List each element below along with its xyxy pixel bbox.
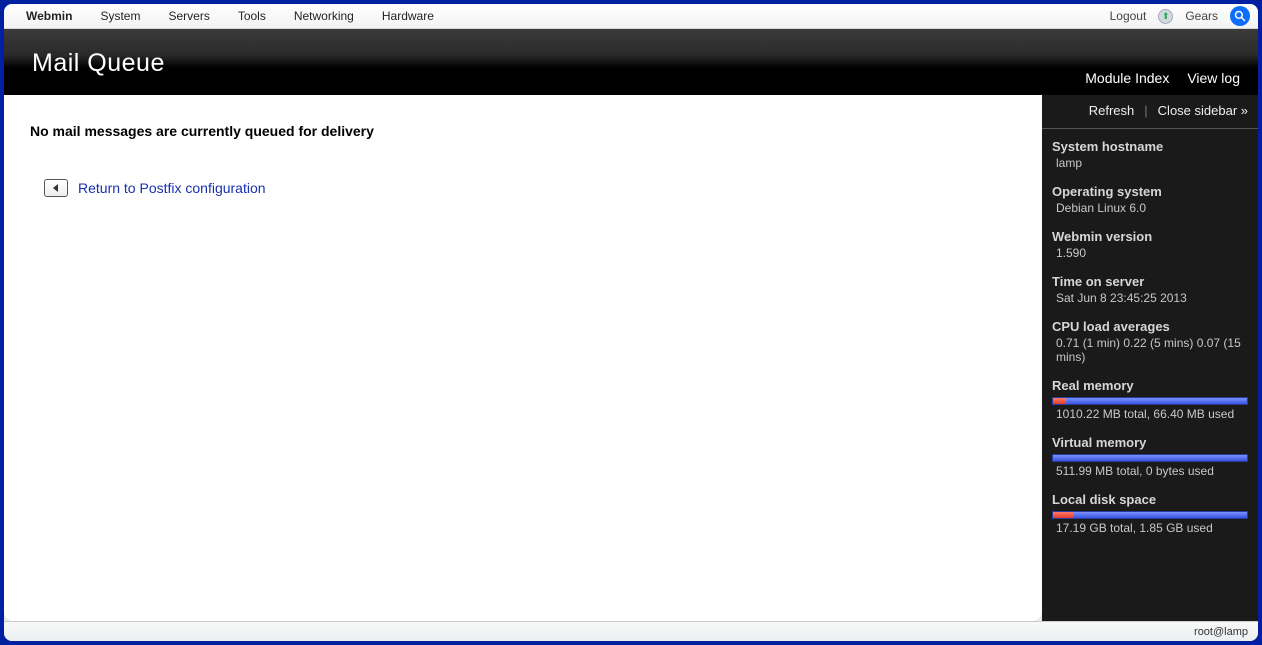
real-memory-used <box>1053 398 1066 404</box>
virtual-memory-value: 511.99 MB total, 0 bytes used <box>1052 464 1248 478</box>
page-header: Mail Queue Module Index View log <box>4 29 1258 95</box>
page-title: Mail Queue <box>28 29 1234 94</box>
menu-system[interactable]: System <box>86 9 154 23</box>
menu-webmin[interactable]: Webmin <box>12 9 86 23</box>
os-value: Debian Linux 6.0 <box>1052 201 1248 215</box>
separator: | <box>1144 103 1147 118</box>
arrow-up-icon[interactable]: ⬆ <box>1158 9 1173 24</box>
menu-hardware[interactable]: Hardware <box>368 9 448 23</box>
back-button[interactable] <box>44 179 68 197</box>
module-index-link[interactable]: Module Index <box>1085 70 1169 86</box>
search-icon[interactable] <box>1230 6 1250 26</box>
os-label: Operating system <box>1052 184 1248 199</box>
sidebar-close[interactable]: Close sidebar » <box>1158 103 1248 118</box>
disk-bar <box>1052 511 1248 519</box>
cpu-label: CPU load averages <box>1052 319 1248 334</box>
time-value: Sat Jun 8 23:45:25 2013 <box>1052 291 1248 305</box>
menu-networking[interactable]: Networking <box>280 9 368 23</box>
virtual-memory-bar <box>1052 454 1248 462</box>
version-value: 1.590 <box>1052 246 1248 260</box>
sidebar-refresh[interactable]: Refresh <box>1089 103 1135 118</box>
real-memory-bar <box>1052 397 1248 405</box>
main-content: No mail messages are currently queued fo… <box>4 95 1042 621</box>
return-postfix-link[interactable]: Return to Postfix configuration <box>78 180 266 196</box>
logout-link[interactable]: Logout <box>1104 9 1153 23</box>
real-memory-value: 1010.22 MB total, 66.40 MB used <box>1052 407 1248 421</box>
time-label: Time on server <box>1052 274 1248 289</box>
statusbar: root@lamp <box>4 621 1258 641</box>
status-user: root@lamp <box>1194 626 1248 638</box>
sidebar: Refresh | Close sidebar » System hostnam… <box>1042 95 1258 621</box>
menubar: Webmin System Servers Tools Networking H… <box>4 4 1258 29</box>
disk-value: 17.19 GB total, 1.85 GB used <box>1052 521 1248 535</box>
gears-link[interactable]: Gears <box>1179 9 1224 23</box>
disk-used <box>1053 512 1074 518</box>
virtual-memory-label: Virtual memory <box>1052 435 1248 450</box>
menu-tools[interactable]: Tools <box>224 9 280 23</box>
hostname-label: System hostname <box>1052 139 1248 154</box>
disk-label: Local disk space <box>1052 492 1248 507</box>
version-label: Webmin version <box>1052 229 1248 244</box>
menu-servers[interactable]: Servers <box>154 9 223 23</box>
hostname-value: lamp <box>1052 156 1248 170</box>
cpu-value: 0.71 (1 min) 0.22 (5 mins) 0.07 (15 mins… <box>1052 336 1248 364</box>
view-log-link[interactable]: View log <box>1187 70 1240 86</box>
real-memory-label: Real memory <box>1052 378 1248 393</box>
empty-queue-message: No mail messages are currently queued fo… <box>30 123 1016 139</box>
